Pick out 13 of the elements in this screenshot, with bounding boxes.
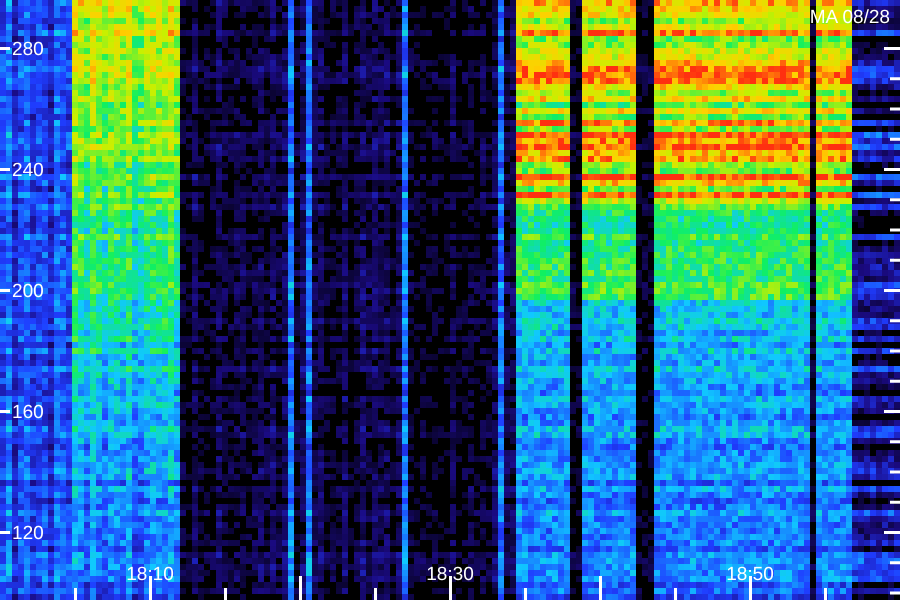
y-tick-mark bbox=[0, 168, 10, 171]
x-tick-label: 18:30 bbox=[426, 564, 474, 585]
x-tick-label: 18:50 bbox=[726, 564, 774, 585]
y-tick-mark bbox=[0, 531, 10, 534]
y-tick-mark bbox=[0, 289, 10, 292]
y-tick-label: 240 bbox=[12, 160, 44, 181]
y-tick-label: 120 bbox=[12, 523, 44, 544]
y-tick-label: 160 bbox=[12, 402, 44, 423]
x-tick-label: 18:10 bbox=[126, 564, 174, 585]
y-tick-mark bbox=[0, 47, 10, 50]
y-tick-label: 200 bbox=[12, 281, 44, 302]
y-tick-label: 280 bbox=[12, 39, 44, 60]
y-tick-mark bbox=[0, 410, 10, 413]
